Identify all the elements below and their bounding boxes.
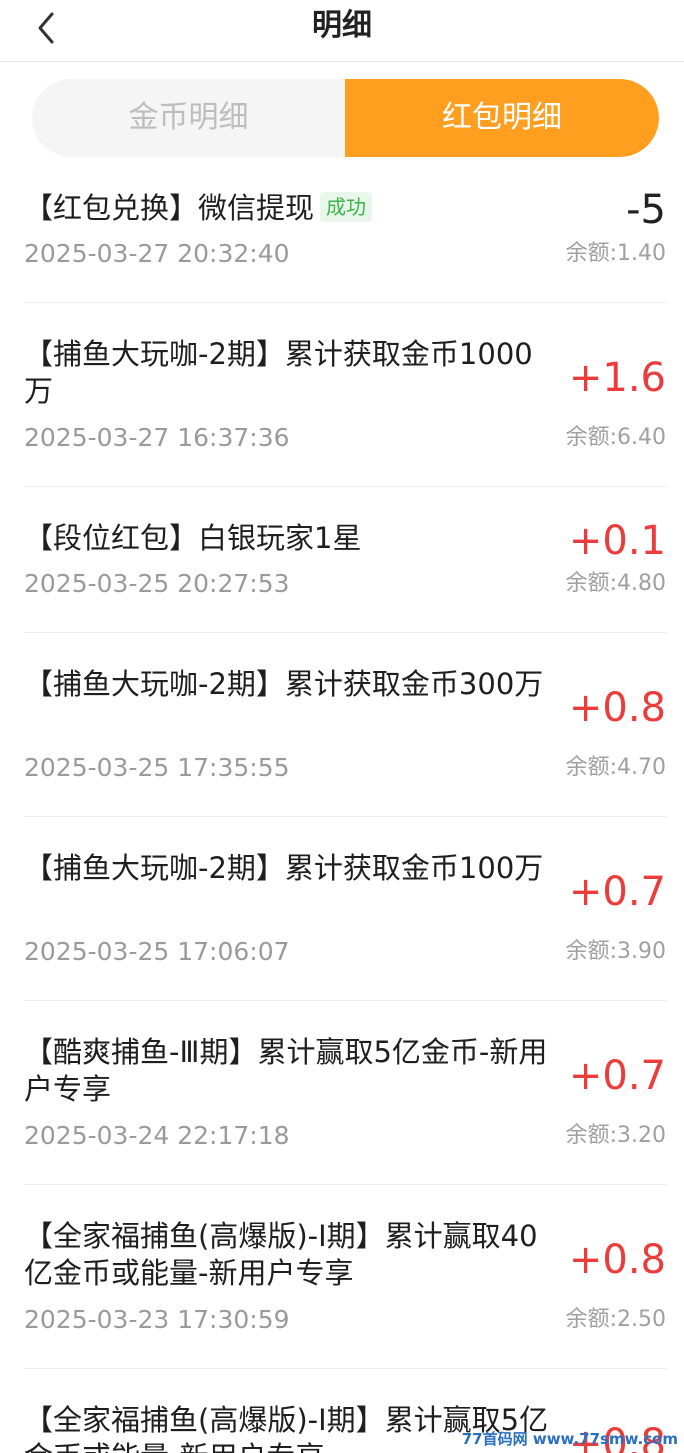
record-title: 【捕鱼大玩咖-2期】累计获取金币1000万: [24, 337, 533, 408]
record-balance: 余额:6.40: [565, 425, 666, 450]
record-balance: 余额:3.20: [565, 1123, 666, 1148]
list-item[interactable]: 【段位红包】白银玩家1星 2025-03-25 20:27:53 +0.1 余额…: [24, 487, 666, 633]
header: 明细: [0, 0, 684, 62]
record-time: 2025-03-25 20:27:53: [24, 569, 290, 598]
record-amount: +0.8: [568, 685, 666, 731]
list-item[interactable]: 【全家福捕鱼(高爆版)-Ⅰ期】累计赢取40亿金币或能量-新用户专享 2025-0…: [24, 1185, 666, 1369]
record-title: 【全家福捕鱼(高爆版)-Ⅰ期】累计赢取40亿金币或能量-新用户专享: [24, 1219, 538, 1290]
list-item[interactable]: 【捕鱼大玩咖-2期】累计获取金币100万 2025-03-25 17:06:07…: [24, 817, 666, 1001]
list-item[interactable]: 【捕鱼大玩咖-2期】累计获取金币1000万 2025-03-27 16:37:3…: [24, 303, 666, 487]
tab-bar: 金币明细 红包明细: [32, 79, 659, 157]
record-balance: 余额:1.40: [565, 241, 666, 266]
record-time: 2025-03-24 22:17:18: [24, 1121, 290, 1150]
record-amount: +0.7: [568, 869, 666, 915]
record-time: 2025-03-27 20:32:40: [24, 239, 290, 268]
record-amount: +0.7: [568, 1053, 666, 1099]
record-amount: +0.1: [568, 518, 666, 564]
tab-redpacket-details[interactable]: 红包明细: [345, 79, 659, 157]
record-time: 2025-03-23 17:30:59: [24, 1305, 290, 1334]
record-balance: 余额:4.80: [565, 571, 666, 596]
list-item[interactable]: 【红包兑换】微信提现 成功 2025-03-27 20:32:40 -5 余额:1…: [24, 175, 666, 303]
record-title: 【红包兑换】微信提现 成功: [24, 190, 554, 227]
record-balance: 余额:4.70: [565, 755, 666, 780]
record-time: 2025-03-25 17:35:55: [24, 753, 290, 782]
record-time: 2025-03-25 17:06:07: [24, 937, 290, 966]
record-list: 【红包兑换】微信提现 成功 2025-03-27 20:32:40 -5 余额:1…: [24, 175, 666, 1453]
record-title: 【捕鱼大玩咖-2期】累计获取金币300万: [24, 667, 544, 701]
tab-coin-details[interactable]: 金币明细: [32, 79, 345, 157]
record-balance: 余额:3.90: [565, 939, 666, 964]
record-balance: 余额:2.50: [565, 1307, 666, 1332]
list-item[interactable]: 【捕鱼大玩咖-2期】累计获取金币300万 2025-03-25 17:35:55…: [24, 633, 666, 817]
status-badge: 成功: [320, 192, 373, 222]
record-time: 2025-03-27 16:37:36: [24, 423, 290, 452]
record-title: 【段位红包】白银玩家1星: [24, 521, 362, 555]
watermark: 77首码网 www.77smw.com: [461, 1430, 678, 1448]
record-amount: +0.8: [568, 1237, 666, 1283]
record-amount: -5: [626, 187, 666, 233]
record-title: 【捕鱼大玩咖-2期】累计获取金币100万: [24, 851, 544, 885]
record-amount: +1.6: [568, 355, 666, 401]
list-item[interactable]: 【酷爽捕鱼-Ⅲ期】累计赢取5亿金币-新用户专享 2025-03-24 22:17…: [24, 1001, 666, 1185]
record-title: 【酷爽捕鱼-Ⅲ期】累计赢取5亿金币-新用户专享: [24, 1035, 548, 1106]
page-title: 明细: [312, 8, 372, 43]
